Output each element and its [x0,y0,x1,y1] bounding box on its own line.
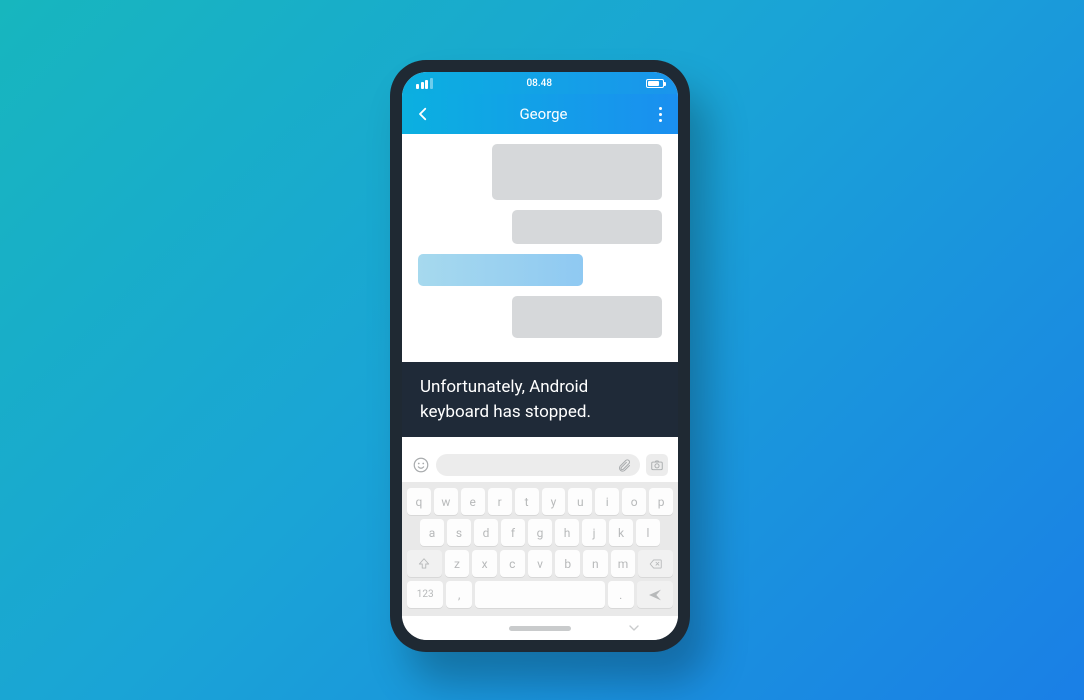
key-o[interactable]: o [622,488,646,515]
emoji-icon [412,456,430,474]
key-comma[interactable]: , [446,581,472,608]
keyboard-row-2: a s d f g h j k l [407,519,673,546]
signal-icon [416,78,433,89]
more-menu-button[interactable] [655,103,666,126]
emoji-button[interactable] [412,456,430,474]
camera-icon [650,458,664,472]
key-y[interactable]: y [542,488,566,515]
attach-button[interactable] [617,458,632,473]
message-bubble-incoming [492,144,662,200]
back-button[interactable] [414,105,432,123]
key-c[interactable]: c [500,550,525,577]
key-v[interactable]: v [528,550,553,577]
status-bar: 08.48 [402,72,678,94]
phone-screen: 08.48 George [402,72,678,640]
chevron-down-icon [626,620,642,636]
key-l[interactable]: l [636,519,660,546]
key-backspace[interactable] [638,550,673,577]
status-time: 08.48 [526,78,552,89]
chat-header: George [402,94,678,134]
key-g[interactable]: g [528,519,552,546]
keyboard-row-1: q w e r t y u i o p [407,488,673,515]
keyboard-row-3: z x c v b n m [407,550,673,577]
key-u[interactable]: u [568,488,592,515]
message-input-bar [402,448,678,482]
key-r[interactable]: r [488,488,512,515]
paperclip-icon [617,458,632,473]
key-b[interactable]: b [555,550,580,577]
message-bubble-incoming [512,296,662,338]
message-bubble-outgoing [418,254,583,286]
key-space[interactable] [475,581,605,608]
nav-bar [402,616,678,640]
key-k[interactable]: k [609,519,633,546]
message-input[interactable] [436,454,640,476]
collapse-keyboard-button[interactable] [626,620,642,636]
battery-icon [646,79,664,88]
key-p[interactable]: p [649,488,673,515]
send-icon [647,587,663,603]
message-bubble-incoming [512,210,662,244]
key-j[interactable]: j [582,519,606,546]
backspace-icon [648,557,664,571]
chevron-left-icon [414,105,432,123]
key-m[interactable]: m [611,550,636,577]
key-h[interactable]: h [555,519,579,546]
key-a[interactable]: a [420,519,444,546]
key-d[interactable]: d [474,519,498,546]
key-period[interactable]: . [608,581,634,608]
key-i[interactable]: i [595,488,619,515]
key-send[interactable] [637,581,673,608]
key-e[interactable]: e [461,488,485,515]
key-z[interactable]: z [445,550,470,577]
key-t[interactable]: t [515,488,539,515]
key-numbers[interactable]: 123 [407,581,443,608]
key-s[interactable]: s [447,519,471,546]
error-toast: Unfortunately, Android keyboard has stop… [402,362,678,437]
keyboard-row-4: 123 , . [407,581,673,608]
key-x[interactable]: x [472,550,497,577]
toast-line-2: keyboard has stopped. [420,400,660,425]
camera-button[interactable] [646,454,668,476]
keyboard: q w e r t y u i o p a s d f g h [402,482,678,616]
gradient-background: 08.48 George [0,0,1084,700]
key-f[interactable]: f [501,519,525,546]
home-indicator[interactable] [509,626,571,631]
key-q[interactable]: q [407,488,431,515]
shift-icon [417,557,431,571]
toast-line-1: Unfortunately, Android [420,375,660,400]
contact-name[interactable]: George [519,105,567,123]
key-n[interactable]: n [583,550,608,577]
phone-frame: 08.48 George [390,60,690,652]
key-w[interactable]: w [434,488,458,515]
key-shift[interactable] [407,550,442,577]
